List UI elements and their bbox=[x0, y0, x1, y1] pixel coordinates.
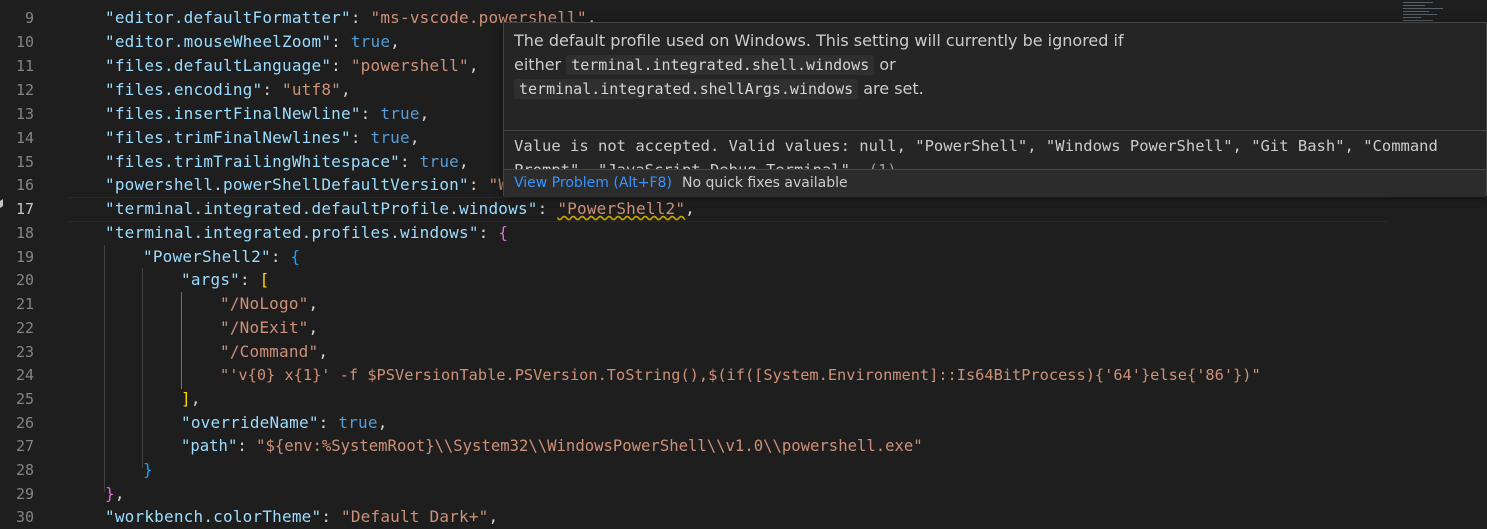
line-number: 29 bbox=[15, 485, 34, 503]
line-number: 28 bbox=[15, 461, 34, 479]
line-number: 24 bbox=[15, 366, 34, 384]
view-problem-link[interactable]: View Problem (Alt+F8) bbox=[514, 170, 672, 197]
line-number: 18 bbox=[15, 224, 34, 242]
code-line-18: "terminal.integrated.profiles.windows": … bbox=[105, 223, 509, 242]
no-quick-fixes-label: No quick fixes available bbox=[682, 175, 848, 191]
line-number: 22 bbox=[15, 319, 34, 337]
line-number: 25 bbox=[15, 390, 34, 408]
code-line-23: "/Command", bbox=[220, 342, 329, 361]
code-line-29: }, bbox=[105, 484, 125, 503]
inline-code: terminal.integrated.shellArgs.windows bbox=[514, 79, 859, 99]
line-number: 14 bbox=[15, 129, 34, 147]
code-line-28: } bbox=[143, 460, 153, 479]
line-number: 26 bbox=[15, 414, 34, 432]
setting-description: The default profile used on Windows. Thi… bbox=[514, 31, 1124, 99]
code-line-16: "powershell.powerShellDefaultVersion": "… bbox=[105, 175, 518, 194]
line-number: 13 bbox=[15, 105, 34, 123]
code-line-15: "files.trimTrailingWhitespace": true, bbox=[105, 152, 469, 171]
code-line-24: "'v{0} x{1}' -f $PSVersionTable.PSVersio… bbox=[220, 366, 1261, 384]
line-number: 19 bbox=[15, 248, 34, 266]
divider bbox=[504, 130, 1486, 131]
code-line-27: "path": "${env:%SystemRoot}\\System32\\W… bbox=[181, 437, 923, 455]
code-line-10: "editor.mouseWheelZoom": true, bbox=[105, 32, 401, 51]
line-number-active: 17 bbox=[15, 200, 34, 218]
code-line-19: "PowerShell2": { bbox=[143, 247, 301, 266]
line-number: 12 bbox=[15, 81, 34, 99]
line-number: 16 bbox=[15, 176, 34, 194]
code-line-17: "terminal.integrated.defaultProfile.wind… bbox=[105, 199, 695, 218]
code-line-26: "overrideName": true, bbox=[181, 413, 388, 432]
warning-squiggle-value[interactable]: "PowerShell2" bbox=[557, 199, 685, 218]
code-line-22: "/NoExit", bbox=[220, 318, 319, 337]
code-line-20: "args": [ bbox=[181, 270, 270, 289]
code-line-25: ], bbox=[181, 389, 201, 408]
line-number: 27 bbox=[15, 437, 34, 455]
line-number: 30 bbox=[15, 508, 34, 526]
line-number: 10 bbox=[15, 33, 34, 51]
code-line-12: "files.encoding": "utf8", bbox=[105, 80, 351, 99]
code-line-30: "workbench.colorTheme": "Default Dark+", bbox=[105, 507, 499, 526]
code-line-11: "files.defaultLanguage": "powershell", bbox=[105, 56, 479, 75]
line-number: 9 bbox=[24, 9, 34, 27]
line-number: 20 bbox=[15, 271, 34, 289]
line-number: 23 bbox=[15, 343, 34, 361]
hover-status-bar: View Problem (Alt+F8) No quick fixes ava… bbox=[504, 169, 1486, 197]
hover-tooltip[interactable]: The default profile used on Windows. Thi… bbox=[503, 22, 1487, 197]
line-number: 11 bbox=[15, 57, 34, 75]
code-line-21: "/NoLogo", bbox=[220, 294, 319, 313]
line-number: 21 bbox=[15, 295, 34, 313]
code-line-13: "files.insertFinalNewline": true, bbox=[105, 104, 430, 123]
code-line-14: "files.trimFinalNewlines": true, bbox=[105, 128, 420, 147]
line-number-gutter[interactable]: 9 10 11 12 13 14 15 16 17 18 19 20 21 22… bbox=[0, 0, 68, 527]
line-number: 15 bbox=[15, 153, 34, 171]
inline-code: terminal.integrated.shell.windows bbox=[566, 55, 875, 75]
